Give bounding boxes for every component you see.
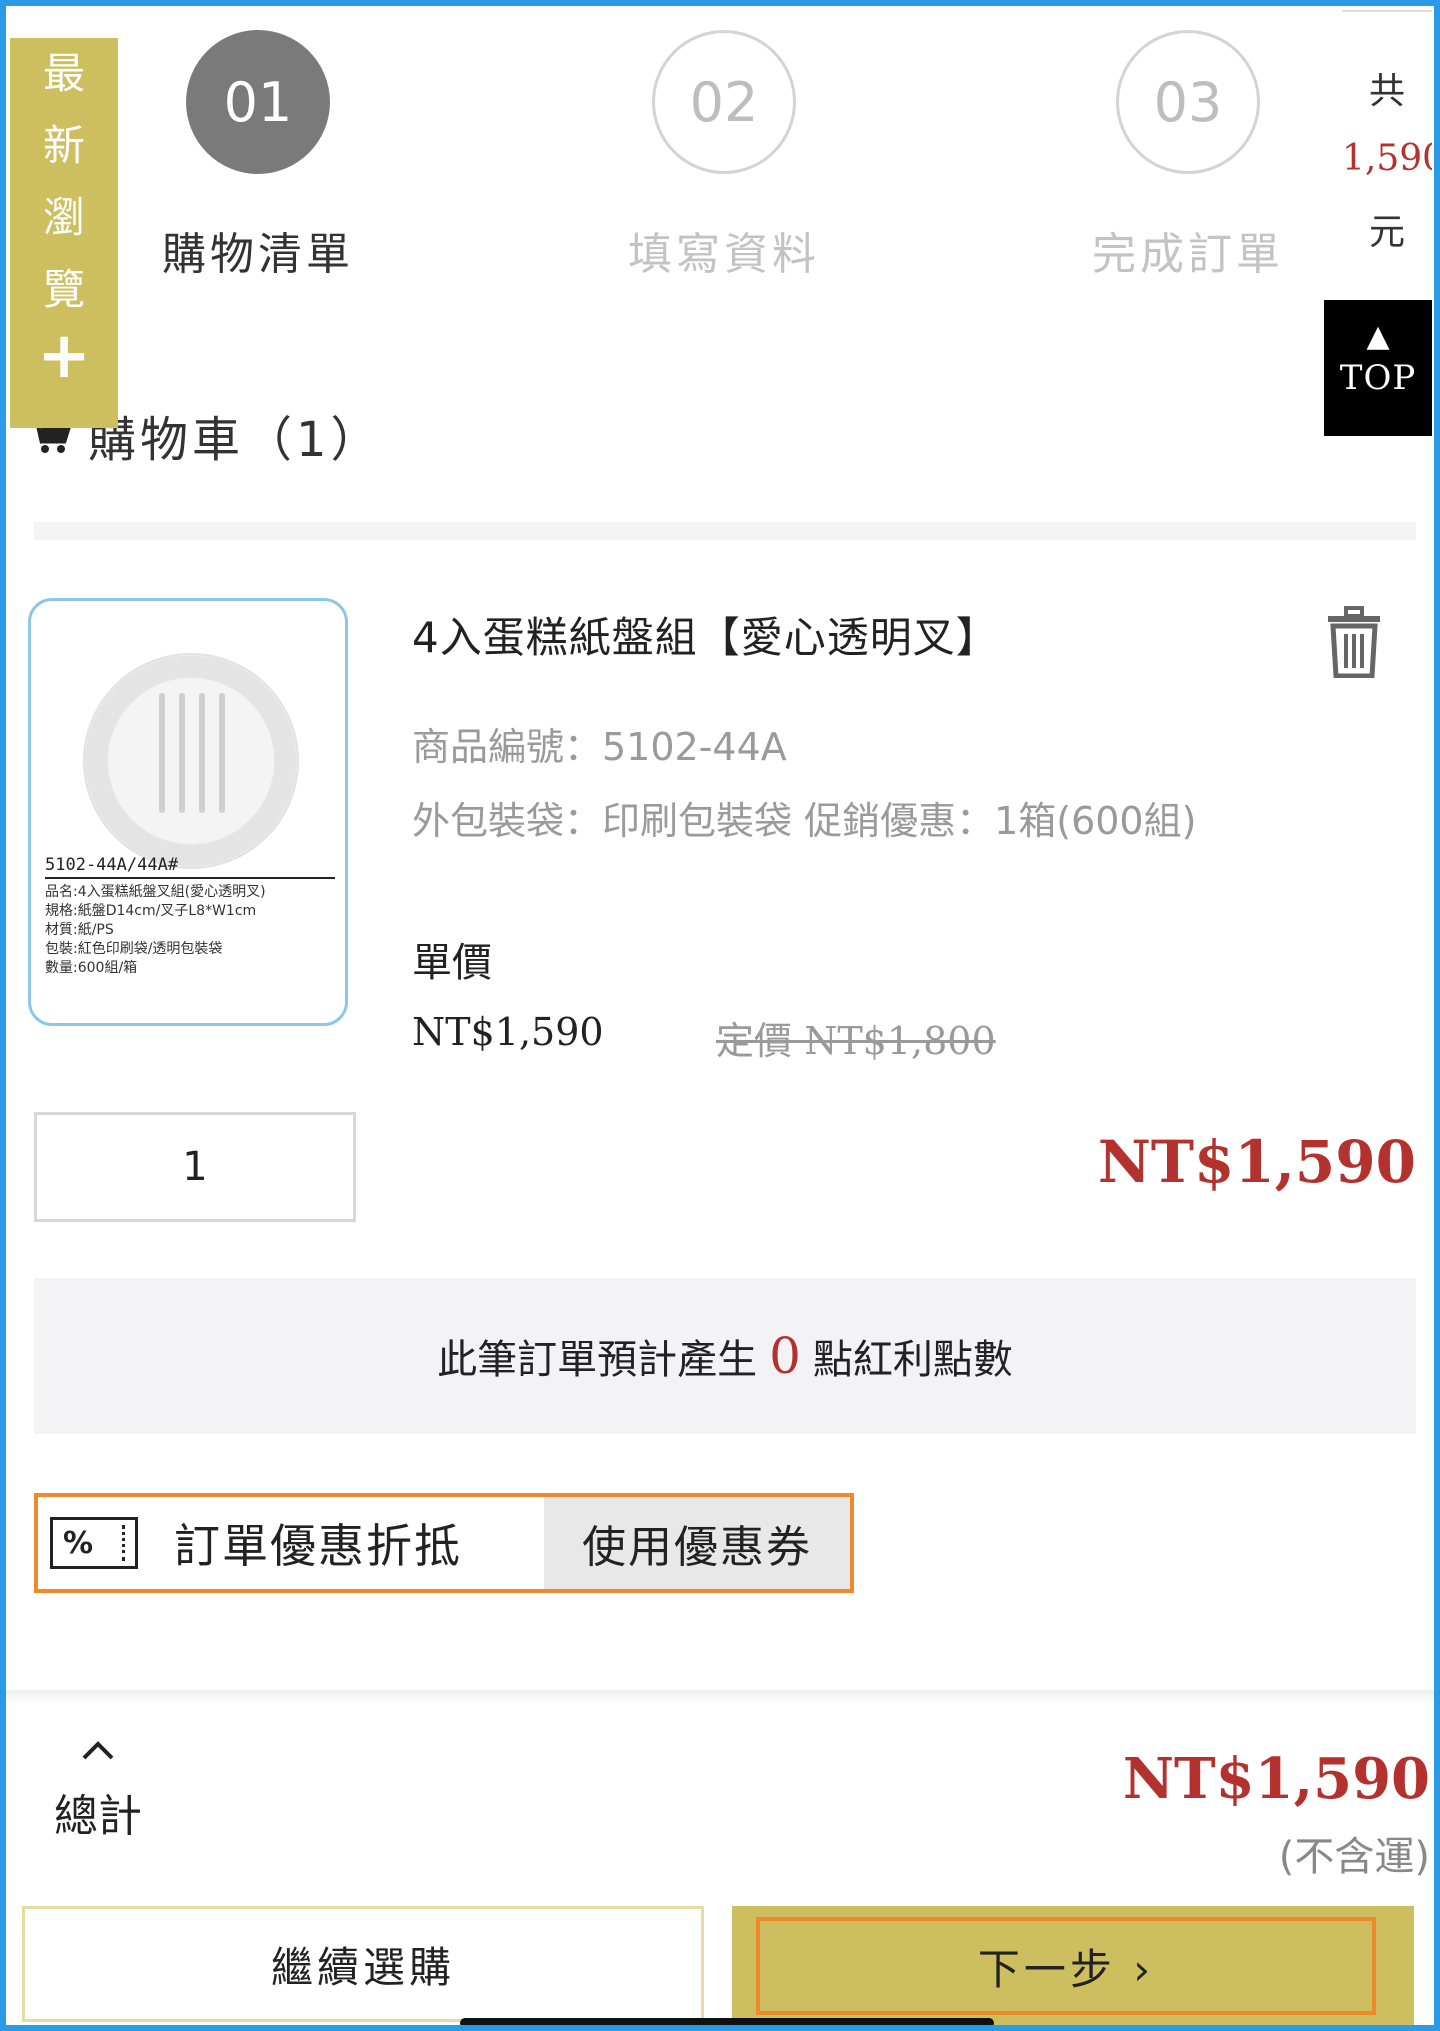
points-prefix: 此筆訂單預計產生 xyxy=(437,1337,758,1383)
step-number-circle: 01 xyxy=(186,30,330,174)
mini-cart-amount: 1,590 xyxy=(1342,138,1432,179)
step-fill-info: 02 填寫資料 xyxy=(594,30,854,282)
step-number-circle: 03 xyxy=(1116,30,1260,174)
step-cart-list: 01 購物清單 xyxy=(128,30,388,282)
grand-total: NT$1,590 xyxy=(1122,1746,1430,1812)
line-total: NT$1,590 xyxy=(1097,1128,1416,1196)
spec-line: 品名:4入蛋糕紙盤叉組(愛心透明叉) xyxy=(45,884,266,900)
back-to-top-button[interactable]: ▲ TOP xyxy=(1324,300,1432,436)
step-label: 完成訂單 xyxy=(1092,229,1284,280)
unit-price: NT$1,590 xyxy=(412,1010,604,1054)
coupon-row: % 訂單優惠折抵 使用優惠券 xyxy=(34,1493,854,1593)
step-complete-order: 03 完成訂單 xyxy=(1058,30,1318,282)
section-divider xyxy=(34,522,1416,540)
back-to-top-label: TOP xyxy=(1339,358,1417,398)
shipping-note: (不含運) xyxy=(1278,1834,1430,1880)
mini-cart-total[interactable]: 共 1,590 元 xyxy=(1342,10,1432,290)
product-options: 外包裝袋：印刷包裝袋 促銷優惠：1箱(600組) xyxy=(412,799,1197,843)
product-meta: 商品編號：5102-44A 外包裝袋：印刷包裝袋 促銷優惠：1箱(600組) xyxy=(412,710,1232,858)
spec-line: 包裝:紅色印刷袋/透明包裝袋 xyxy=(45,941,223,957)
chevron-up-icon[interactable] xyxy=(78,1730,118,1770)
product-title[interactable]: 4入蛋糕紙盤組【愛心透明叉】 xyxy=(412,604,999,665)
spec-line: 材質:紙/PS xyxy=(45,922,114,938)
bonus-points-notice: 此筆訂單預計產生 0 點紅利點數 xyxy=(34,1278,1416,1434)
cart-title: 購物車（1） xyxy=(88,412,383,468)
total-label: 總計 xyxy=(54,1791,142,1842)
arrow-up-icon: ▲ xyxy=(1366,319,1390,354)
trash-icon[interactable] xyxy=(1324,606,1384,678)
recently-viewed-char: 覽 xyxy=(42,265,85,314)
product-image-code: 5102-44A/44A# xyxy=(45,855,335,879)
unit-price-label: 單價 xyxy=(412,940,492,986)
spec-line: 數量:600組/箱 xyxy=(45,960,138,976)
plus-icon: + xyxy=(37,319,91,393)
fork-illustration xyxy=(179,693,185,813)
fork-illustration xyxy=(159,693,165,813)
points-value: 0 xyxy=(769,1327,801,1385)
fork-illustration xyxy=(219,693,225,813)
product-image[interactable]: 5102-44A/44A# 品名:4入蛋糕紙盤叉組(愛心透明叉) 規格:紙盤D1… xyxy=(28,598,348,1026)
fork-illustration xyxy=(199,693,205,813)
quantity-field[interactable]: 1 xyxy=(34,1112,356,1222)
coupon-label: 訂單優惠折抵 xyxy=(174,1519,462,1573)
paper-plate-illustration xyxy=(83,653,299,869)
next-step-button[interactable]: 下一步 › xyxy=(756,1917,1376,2015)
step-number-circle: 02 xyxy=(652,30,796,174)
product-image-spec: 品名:4入蛋糕紙盤叉組(愛心透明叉) 規格:紙盤D14cm/叉子L8*W1cm … xyxy=(45,883,341,978)
list-price: 定價 NT$1,800 xyxy=(716,1019,996,1063)
step-label: 填寫資料 xyxy=(628,229,820,280)
product-sku: 商品編號：5102-44A xyxy=(412,725,787,769)
use-coupon-button[interactable]: 使用優惠券 xyxy=(544,1497,850,1589)
mini-cart-prefix: 共 xyxy=(1368,71,1405,112)
spec-line: 規格:紙盤D14cm/叉子L8*W1cm xyxy=(45,903,257,919)
continue-shopping-button[interactable]: 繼續選購 xyxy=(22,1906,704,2022)
recently-viewed-char: 新 xyxy=(42,121,85,170)
coupon-icon: % xyxy=(50,1517,138,1569)
step-label: 購物清單 xyxy=(162,229,354,280)
recently-viewed-tab[interactable]: 最 新 瀏 覽 + xyxy=(10,38,118,428)
mini-cart-suffix: 元 xyxy=(1368,212,1405,253)
recently-viewed-char: 瀏 xyxy=(42,193,85,242)
percent-symbol: % xyxy=(63,1525,94,1561)
dotted-line xyxy=(122,1525,125,1561)
home-indicator xyxy=(460,2018,994,2028)
summary-shadow xyxy=(0,1690,1440,1704)
points-suffix: 點紅利點數 xyxy=(812,1337,1013,1383)
recently-viewed-char: 最 xyxy=(42,49,85,98)
